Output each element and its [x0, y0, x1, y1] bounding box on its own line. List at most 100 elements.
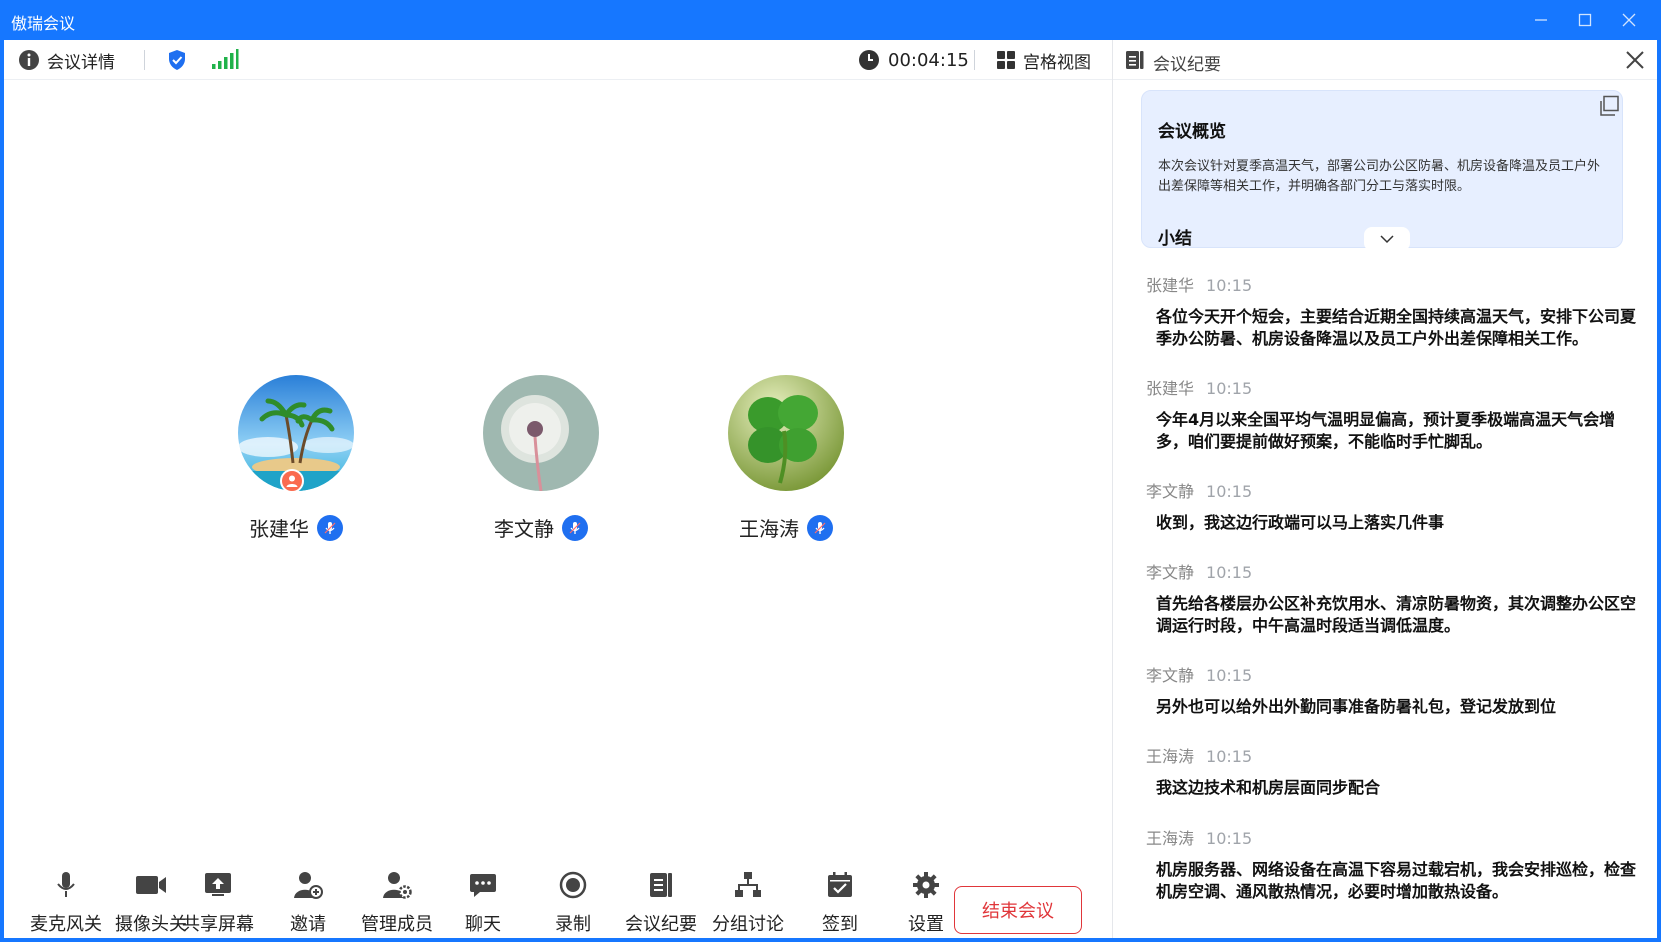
settings-icon — [913, 872, 939, 898]
message-time: 10:15 — [1206, 666, 1253, 685]
message-text: 各位今天开个短会，主要结合近期全国持续高温天气，安排下公司夏季办公防暑、机房设备… — [1156, 307, 1637, 348]
timer-text: 00:04:15 — [888, 49, 969, 71]
list-item: 王海涛 10:15 我这边技术和机房层面同步配合 — [1146, 743, 1646, 799]
speaker-name: 张建华 — [1146, 276, 1195, 295]
expand-summary-button[interactable] — [1364, 227, 1410, 251]
network-status[interactable] — [211, 40, 239, 80]
speaker-name: 李文静 — [1146, 666, 1195, 685]
participant-grid: 张建华 李文静 王海涛 — [4, 80, 1112, 900]
participant-tile[interactable]: 王海涛 — [701, 375, 871, 542]
manage-members-icon — [383, 872, 412, 899]
copy-button[interactable] — [1598, 95, 1620, 121]
topbar-divider — [144, 50, 145, 70]
copy-icon — [1600, 95, 1619, 116]
window-title: 傲瑞会议 — [11, 14, 76, 33]
list-item: 李文静 10:15 另外也可以给外出外勤同事准备防暑礼包，登记发放到位 — [1146, 662, 1646, 718]
list-item: 李文静 10:15 首先给各楼层办公区补充饮用水、清凉防暑物资，其次调整办公区空调… — [1146, 559, 1646, 637]
checkin-icon — [828, 872, 852, 897]
signal-icon — [212, 49, 239, 69]
meeting-info-button[interactable]: 会议详情 — [18, 40, 115, 80]
meeting-topbar: 会议详情 00:04:15 宫格视图 — [4, 40, 1112, 80]
maximize-button[interactable] — [1563, 6, 1607, 34]
close-icon — [1626, 51, 1644, 69]
mic-icon — [569, 521, 581, 534]
speaker-name: 李文静 — [1146, 482, 1195, 501]
participant-tile[interactable]: 李文静 — [456, 375, 626, 542]
minutes-panel-title: 会议纪要 — [1153, 55, 1221, 75]
mic-status[interactable] — [317, 514, 343, 541]
summary-heading: 会议概览 — [1158, 122, 1226, 142]
avatar — [728, 375, 844, 491]
grid-view-icon — [997, 51, 1015, 69]
summary-subheading: 小结 — [1158, 229, 1192, 249]
close-icon — [1622, 13, 1636, 27]
clock-icon — [859, 50, 879, 70]
minutes-icon — [650, 873, 672, 897]
list-item: 王海涛 10:15 机房服务器、网络设备在高温下容易过载宕机，我会安排巡检，检查机… — [1146, 825, 1646, 903]
avatar — [483, 375, 599, 491]
minimize-icon — [1535, 19, 1547, 21]
message-text: 今年4月以来全国平均气温明显偏高，预计夏季极端高温天气会增多，咱们要提前做好预案… — [1156, 410, 1616, 451]
participant-name: 王海涛 — [739, 517, 799, 541]
participant-tile[interactable]: 张建华 — [211, 375, 381, 542]
message-text: 首先给各楼层办公区补充饮用水、清凉防暑物资，其次调整办公区空调运行时段，中午高温… — [1156, 594, 1637, 635]
mic-status[interactable] — [562, 514, 588, 541]
speaker-name: 张建华 — [1146, 379, 1195, 398]
speaker-name: 王海涛 — [1146, 747, 1195, 766]
chat-icon — [470, 874, 496, 897]
message-time: 10:15 — [1206, 276, 1253, 295]
message-time: 10:15 — [1206, 482, 1253, 501]
message-text: 机房服务器、网络设备在高温下容易过载宕机，我会安排巡检，检查机房空调、通风散热情… — [1156, 860, 1637, 901]
microphone-icon — [57, 872, 75, 897]
meeting-window: 傲瑞会议 会议详情 00:04:15 宫格视图 张建华 李文静 王海涛 麦克风关… — [0, 0, 1661, 942]
close-window-button[interactable] — [1607, 6, 1651, 34]
message-text: 另外也可以给外出外勤同事准备防暑礼包，登记发放到位 — [1156, 697, 1557, 716]
list-item: 李文静 10:15 收到，我这边行政端可以马上落实几件事 — [1146, 478, 1646, 534]
view-mode-button[interactable]: 宫格视图 — [996, 40, 1091, 80]
participant-name: 张建华 — [249, 517, 309, 541]
host-icon — [286, 475, 298, 487]
meeting-main: 会议详情 00:04:15 宫格视图 张建华 李文静 王海涛 麦克风关 摄像头关… — [4, 40, 1112, 938]
topbar-divider — [974, 50, 975, 70]
share-screen-icon — [205, 873, 231, 896]
list-item: 张建华 10:15 今年4月以来全国平均气温明显偏高，预计夏季极端高温天气会增多，… — [1146, 375, 1646, 453]
chat-button[interactable]: 聊天 — [438, 858, 528, 938]
invite-button[interactable]: 邀请 — [263, 858, 353, 938]
record-icon — [559, 871, 587, 899]
shield-icon — [169, 50, 185, 70]
security-status[interactable] — [167, 40, 187, 80]
minutes-panel-header: 会议纪要 — [1113, 40, 1657, 80]
summary-card: 会议概览 本次会议针对夏季高温天气，部署公司办公区防暑、机房设备降温及员工户外出… — [1141, 90, 1623, 251]
chevron-down-icon — [1380, 235, 1394, 244]
title-bar: 傲瑞会议 — [0, 0, 1661, 40]
breakout-button[interactable]: 分组讨论 — [703, 858, 793, 938]
meeting-toolbar: 麦克风关 摄像头关 共享屏幕 邀请 管理成员 聊天 录制 会议纪要 分组讨论 签… — [4, 858, 1112, 938]
message-text: 收到，我这边行政端可以马上落实几件事 — [1156, 513, 1445, 532]
end-meeting-button[interactable]: 结束会议 — [954, 886, 1082, 934]
speaker-name: 王海涛 — [1146, 829, 1195, 848]
camera-icon — [136, 876, 166, 894]
maximize-icon — [1578, 13, 1592, 27]
participant-name: 李文静 — [494, 517, 554, 541]
mic-status[interactable] — [807, 514, 833, 541]
mic-icon — [814, 521, 826, 534]
minutes-panel: 会议纪要 会议概览 本次会议针对夏季高温天气，部署公司办公区防暑、机房设备降温及… — [1112, 40, 1657, 938]
minimize-button[interactable] — [1519, 6, 1563, 34]
message-time: 10:15 — [1206, 829, 1253, 848]
message-time: 10:15 — [1206, 379, 1253, 398]
record-button[interactable]: 录制 — [528, 858, 618, 938]
meeting-info-label: 会议详情 — [47, 52, 115, 73]
view-mode-label: 宫格视图 — [1023, 52, 1091, 73]
mic-icon — [324, 521, 336, 534]
close-panel-button[interactable] — [1625, 50, 1647, 72]
minutes-icon — [1126, 51, 1144, 69]
share-screen-button[interactable]: 共享屏幕 — [173, 858, 263, 938]
breakout-icon — [735, 872, 761, 897]
list-item: 张建华 10:15 各位今天开个短会，主要结合近期全国持续高温天气，安排下公司夏季… — [1146, 272, 1646, 350]
host-badge — [280, 469, 304, 493]
invite-icon — [294, 872, 323, 899]
message-time: 10:15 — [1206, 563, 1253, 582]
message-time: 10:15 — [1206, 747, 1253, 766]
summary-text: 本次会议针对夏季高温天气，部署公司办公区防暑、机房设备降温及员工户外出差保障等相… — [1158, 159, 1601, 194]
meeting-timer: 00:04:15 — [858, 40, 969, 80]
